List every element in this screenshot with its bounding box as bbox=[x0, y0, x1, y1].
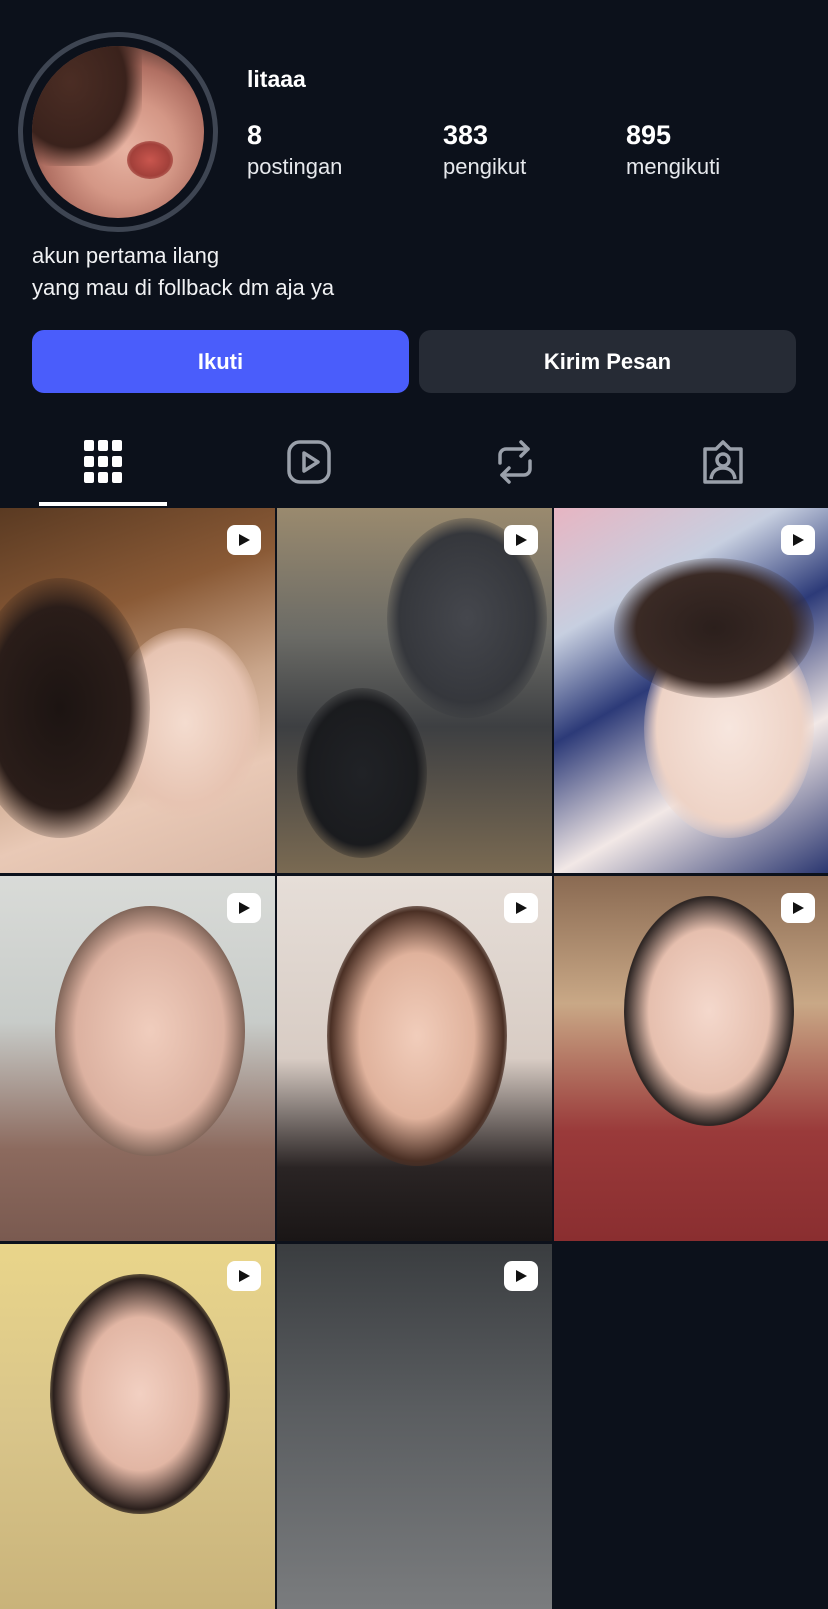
video-indicator-icon bbox=[227, 893, 261, 923]
post-thumbnail-7[interactable] bbox=[0, 1244, 275, 1609]
stat-following[interactable]: 895 mengikuti bbox=[626, 118, 720, 182]
video-indicator-icon bbox=[227, 1261, 261, 1291]
post-thumbnail-5[interactable] bbox=[277, 876, 552, 1241]
video-indicator-icon bbox=[504, 525, 538, 555]
profile-avatar-ring[interactable] bbox=[18, 32, 218, 232]
grid-icon bbox=[84, 440, 122, 483]
stat-posts[interactable]: 8 postingan bbox=[247, 118, 342, 182]
avatar[interactable] bbox=[32, 46, 204, 218]
stat-following-count: 895 bbox=[626, 120, 672, 150]
video-indicator-icon bbox=[781, 893, 815, 923]
tab-reposts[interactable] bbox=[485, 430, 545, 494]
username: litaaa bbox=[247, 66, 306, 92]
stat-following-label: mengikuti bbox=[626, 154, 721, 179]
repost-icon bbox=[498, 440, 532, 484]
post-thumbnail-1[interactable] bbox=[0, 508, 275, 873]
stat-followers-label: pengikut bbox=[443, 154, 527, 179]
stat-followers[interactable]: 383 pengikut bbox=[443, 118, 526, 182]
active-tab-indicator bbox=[39, 502, 167, 506]
bio-line-2: yang mau di follback dm aja ya bbox=[32, 275, 335, 300]
post-thumbnail-8[interactable] bbox=[277, 1244, 552, 1609]
video-indicator-icon bbox=[227, 525, 261, 555]
stat-followers-count: 383 bbox=[443, 120, 489, 150]
follow-button[interactable]: Ikuti bbox=[32, 330, 409, 393]
post-thumbnail-4[interactable] bbox=[0, 876, 275, 1241]
video-indicator-icon bbox=[504, 1261, 538, 1291]
post-thumbnail-2[interactable] bbox=[277, 508, 552, 873]
message-button[interactable]: Kirim Pesan bbox=[419, 330, 796, 393]
stat-posts-count: 8 bbox=[247, 120, 263, 150]
reels-icon bbox=[287, 440, 331, 484]
bio: akun pertama ilang yang mau di follback … bbox=[32, 240, 334, 304]
video-indicator-icon bbox=[781, 525, 815, 555]
tab-reels[interactable] bbox=[279, 430, 339, 494]
post-thumbnail-3[interactable] bbox=[554, 508, 828, 873]
post-thumbnail-6[interactable] bbox=[554, 876, 828, 1241]
tagged-icon bbox=[703, 440, 743, 484]
stat-posts-label: postingan bbox=[247, 154, 343, 179]
tab-posts-grid[interactable] bbox=[73, 430, 133, 494]
video-indicator-icon bbox=[504, 893, 538, 923]
tab-tagged[interactable] bbox=[693, 430, 753, 494]
bio-line-1: akun pertama ilang bbox=[32, 243, 220, 268]
